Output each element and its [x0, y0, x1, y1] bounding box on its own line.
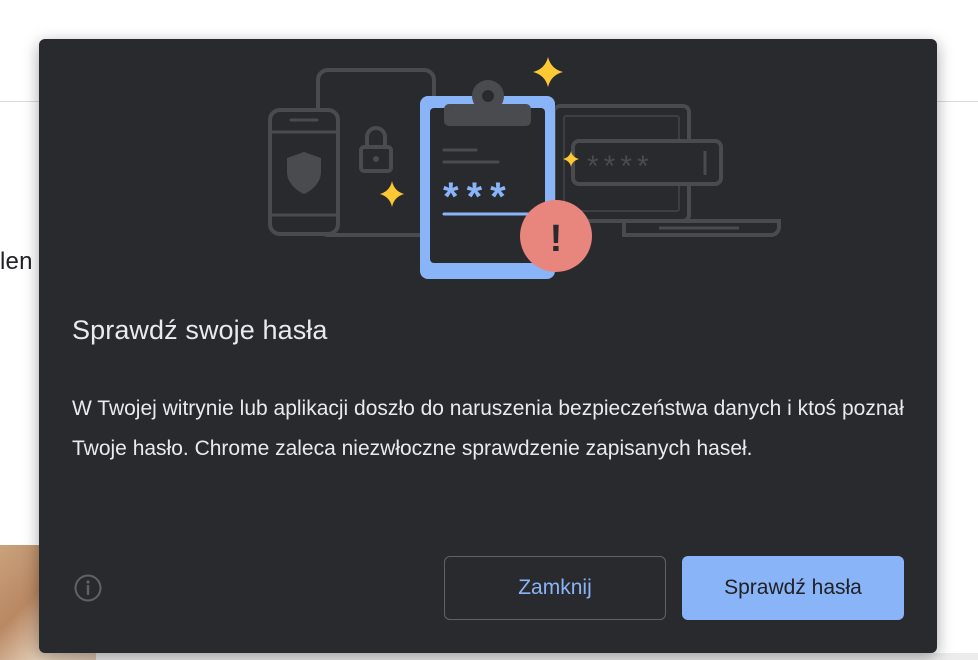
info-icon[interactable] — [73, 573, 103, 603]
password-field-mask: **** — [587, 150, 654, 183]
dialog-title: Sprawdź swoje hasła — [72, 315, 328, 345]
check-passwords-button[interactable]: Sprawdź hasła — [682, 556, 904, 620]
masked-password: *** — [443, 175, 514, 219]
background-partial-text: len — [0, 248, 33, 275]
sparkle-icon — [533, 57, 563, 87]
background-strip — [96, 653, 978, 660]
close-button[interactable]: Zamknij — [444, 556, 666, 620]
exclamation-icon: ! — [520, 200, 592, 272]
dialog-body-text: W Twojej witrynie lub aplikacji doszło d… — [72, 397, 904, 460]
password-breach-dialog: **** *** ! Sprawdź swoje hasła W Twojej … — [39, 39, 937, 653]
alert-mark: ! — [550, 218, 563, 260]
password-breach-illustration: **** *** ! — [268, 57, 781, 279]
password-field-graphic: **** — [571, 139, 723, 186]
